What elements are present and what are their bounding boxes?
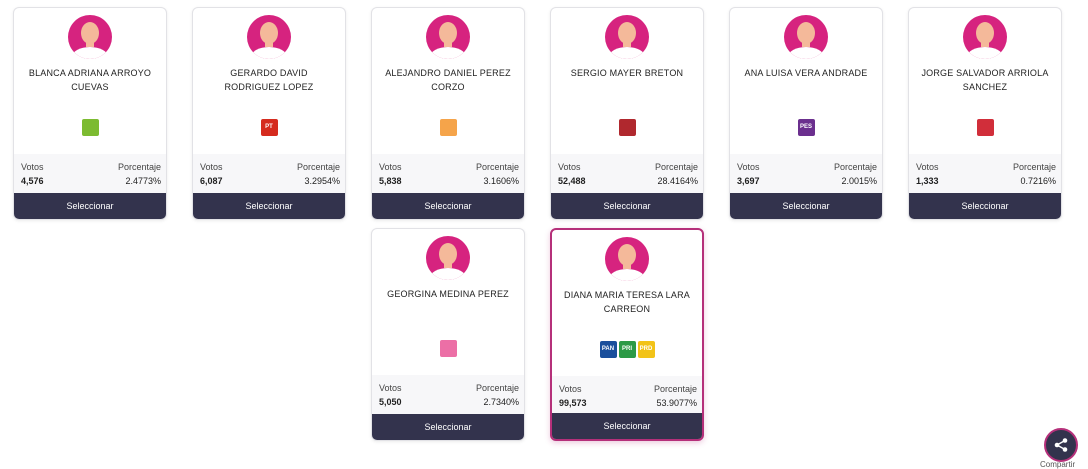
- pes-logo: PES: [797, 118, 815, 136]
- party-logos: [372, 118, 524, 136]
- party-logos: [909, 118, 1061, 136]
- prd-logo: PRD: [637, 340, 655, 358]
- votes-value: 4,576: [21, 176, 44, 186]
- votes-label: Votos: [916, 162, 939, 172]
- candidate-card[interactable]: BLANCA ADRIANA ARROYO CUEVAS Votos Porce…: [13, 7, 167, 220]
- share-label: Compartir: [1040, 460, 1076, 469]
- candidate-card[interactable]: DIANA MARIA TERESA LARA CARREON PAN PRI PR…: [550, 228, 704, 441]
- candidate-name: DIANA MARIA TERESA LARA CARREON: [564, 290, 690, 314]
- candidate-card[interactable]: ALEJANDRO DANIEL PEREZ CORZO Votos Porce…: [371, 7, 525, 220]
- votes-value: 3,697: [737, 176, 760, 186]
- pan-logo: PAN: [599, 340, 617, 358]
- percentage-label: Porcentaje: [475, 383, 519, 393]
- candidate-name: ALEJANDRO DANIEL PEREZ CORZO: [385, 68, 511, 92]
- share-button[interactable]: [1044, 428, 1078, 462]
- percentage-label: Porcentaje: [1012, 162, 1056, 172]
- percentage-value: 0.7216%: [1020, 176, 1056, 186]
- vote-stats: Votos Porcentaje 1,333 0.7216%: [909, 154, 1061, 193]
- vote-stats: Votos Porcentaje 99,573 53.9077%: [552, 376, 702, 415]
- vote-stats: Votos Porcentaje 52,488 28.4164%: [551, 154, 703, 193]
- pt-logo: PT: [260, 118, 278, 136]
- percentage-value: 3.1606%: [483, 176, 519, 186]
- percentage-value: 2.0015%: [841, 176, 877, 186]
- mc-logo: [439, 118, 457, 136]
- avatar-icon: [426, 15, 470, 59]
- avatar-icon: [605, 237, 649, 281]
- select-button[interactable]: Seleccionar: [552, 413, 702, 439]
- avatar-icon: [426, 236, 470, 280]
- percentage-value: 3.2954%: [304, 176, 340, 186]
- vote-stats: Votos Porcentaje 6,087 3.2954%: [193, 154, 345, 193]
- percentage-label: Porcentaje: [653, 384, 697, 394]
- votes-label: Votos: [737, 162, 760, 172]
- percentage-value: 2.4773%: [125, 176, 161, 186]
- percentage-label: Porcentaje: [833, 162, 877, 172]
- votes-label: Votos: [559, 384, 582, 394]
- select-button[interactable]: Seleccionar: [193, 193, 345, 219]
- party-logos: [551, 118, 703, 136]
- share-icon: [1054, 438, 1068, 452]
- vote-stats: Votos Porcentaje 3,697 2.0015%: [730, 154, 882, 193]
- select-button[interactable]: Seleccionar: [372, 414, 524, 440]
- candidate-name: GERARDO DAVID RODRIGUEZ LOPEZ: [224, 68, 314, 92]
- percentage-label: Porcentaje: [475, 162, 519, 172]
- fxm-logo: [439, 339, 457, 357]
- votes-label: Votos: [200, 162, 223, 172]
- party-logos: [372, 339, 524, 357]
- candidate-card[interactable]: ANA LUISA VERA ANDRADE PES Votos Porcent…: [729, 7, 883, 220]
- candidate-name: SERGIO MAYER BRETON: [570, 68, 684, 78]
- percentage-value: 28.4164%: [657, 176, 698, 186]
- avatar-icon: [68, 15, 112, 59]
- rsp-logo: [976, 118, 994, 136]
- select-button[interactable]: Seleccionar: [730, 193, 882, 219]
- candidate-card[interactable]: JORGE SALVADOR ARRIOLA SANCHEZ Votos Por…: [908, 7, 1062, 220]
- candidate-card[interactable]: SERGIO MAYER BRETON Votos Porcentaje 52,…: [550, 7, 704, 220]
- party-logos: PT: [193, 118, 345, 136]
- candidate-card[interactable]: GEORGINA MEDINA PEREZ Votos Porcentaje 5…: [371, 228, 525, 441]
- select-button[interactable]: Seleccionar: [372, 193, 524, 219]
- avatar-icon: [605, 15, 649, 59]
- party-logos: [14, 118, 166, 136]
- percentage-label: Porcentaje: [117, 162, 161, 172]
- candidate-card[interactable]: GERARDO DAVID RODRIGUEZ LOPEZ PT Votos P…: [192, 7, 346, 220]
- candidate-name: BLANCA ADRIANA ARROYO CUEVAS: [28, 68, 152, 92]
- morena-logo: [618, 118, 636, 136]
- avatar-icon: [963, 15, 1007, 59]
- percentage-value: 53.9077%: [656, 398, 697, 408]
- candidate-name: ANA LUISA VERA ANDRADE: [744, 68, 868, 78]
- votes-label: Votos: [558, 162, 581, 172]
- pri-logo: PRI: [618, 340, 636, 358]
- votes-value: 1,333: [916, 176, 939, 186]
- select-button[interactable]: Seleccionar: [14, 193, 166, 219]
- party-logos: PAN PRI PRD: [552, 340, 702, 358]
- vote-stats: Votos Porcentaje 5,838 3.1606%: [372, 154, 524, 193]
- pvem-logo: [81, 118, 99, 136]
- party-logos: PES: [730, 118, 882, 136]
- percentage-value: 2.7340%: [483, 397, 519, 407]
- votes-label: Votos: [21, 162, 44, 172]
- vote-stats: Votos Porcentaje 5,050 2.7340%: [372, 375, 524, 414]
- votes-value: 99,573: [559, 398, 587, 408]
- vote-stats: Votos Porcentaje 4,576 2.4773%: [14, 154, 166, 193]
- select-button[interactable]: Seleccionar: [551, 193, 703, 219]
- percentage-label: Porcentaje: [296, 162, 340, 172]
- votes-label: Votos: [379, 383, 402, 393]
- candidate-name: GEORGINA MEDINA PEREZ: [387, 289, 509, 299]
- votes-value: 5,050: [379, 397, 402, 407]
- votes-label: Votos: [379, 162, 402, 172]
- votes-value: 6,087: [200, 176, 223, 186]
- votes-value: 5,838: [379, 176, 402, 186]
- avatar-icon: [784, 15, 828, 59]
- votes-value: 52,488: [558, 176, 586, 186]
- candidate-name: JORGE SALVADOR ARRIOLA SANCHEZ: [921, 68, 1049, 92]
- select-button[interactable]: Seleccionar: [909, 193, 1061, 219]
- avatar-icon: [247, 15, 291, 59]
- percentage-label: Porcentaje: [654, 162, 698, 172]
